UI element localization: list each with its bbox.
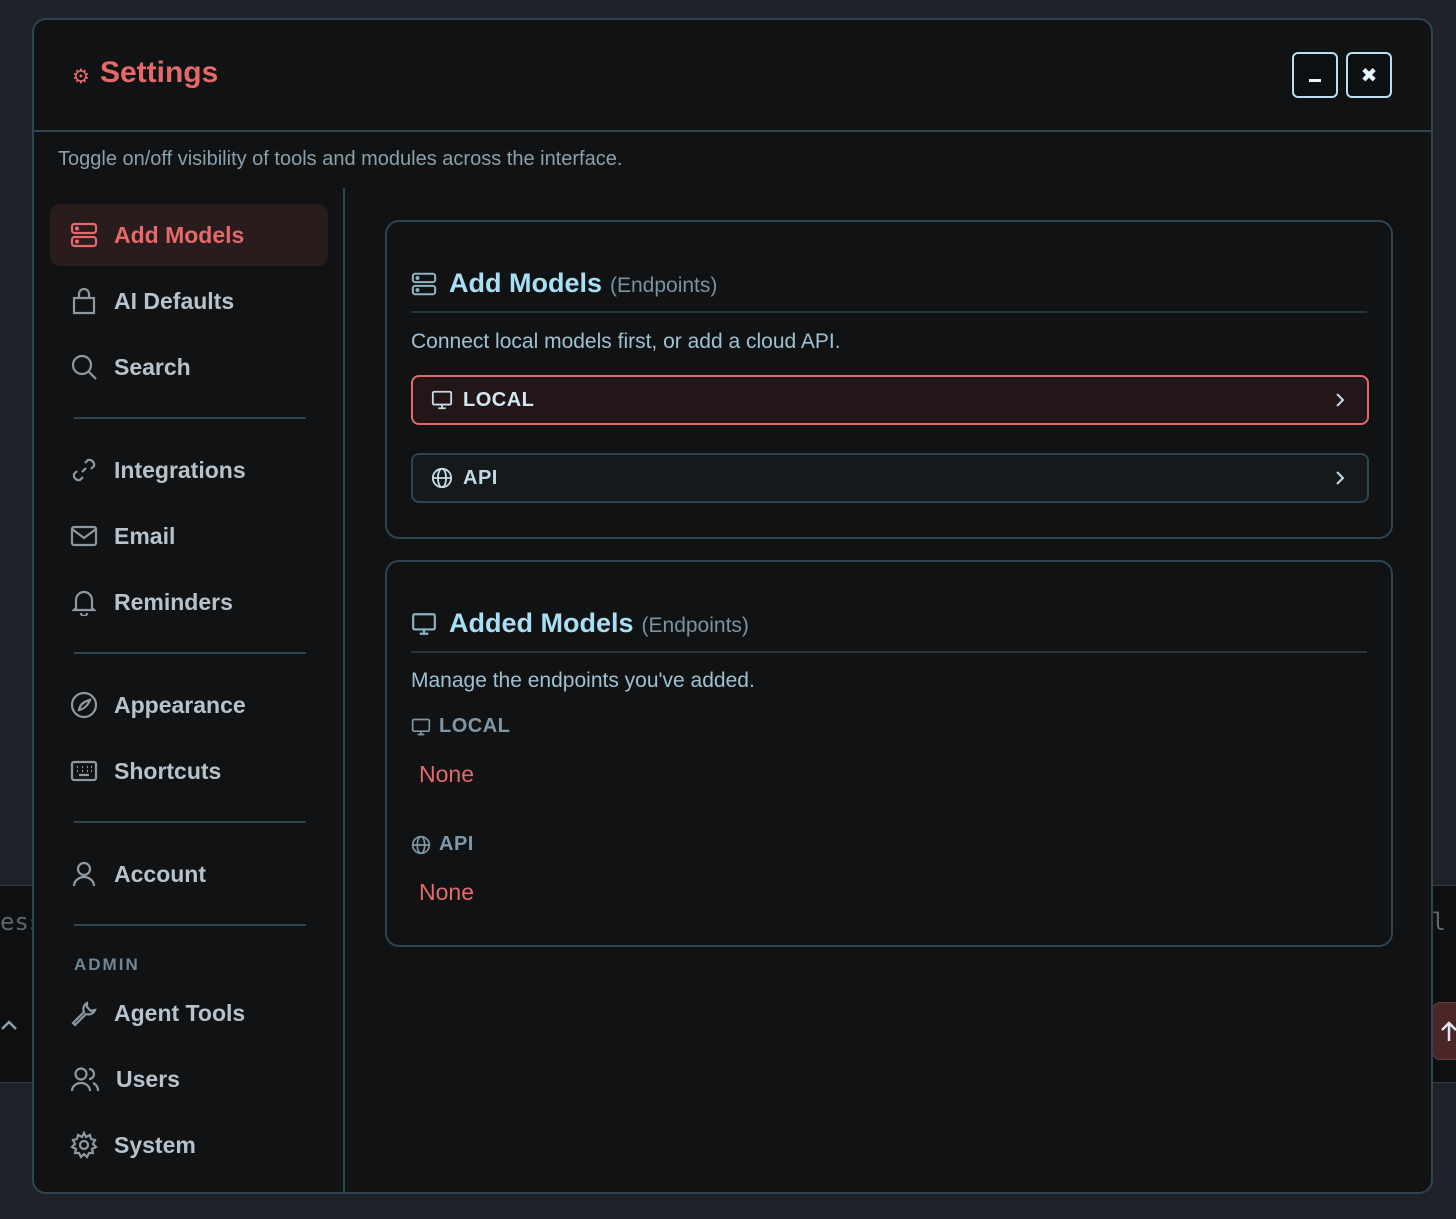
sidebar-item-label: Agent Tools (114, 999, 246, 1026)
server-icon (411, 272, 437, 295)
card-title: Add Models (449, 268, 602, 298)
sidebar-item-users[interactable]: Users (50, 1048, 328, 1110)
option-label: API (463, 466, 498, 489)
arrow-up-icon (1441, 1021, 1456, 1041)
card-title: Added Models (449, 608, 634, 638)
sidebar-item-shortcuts[interactable]: Shortcuts (50, 740, 328, 802)
sidebar-item-label: AI Defaults (114, 287, 235, 314)
close-button[interactable]: ✖ (1346, 52, 1392, 98)
title-text: Settings (99, 56, 219, 89)
api-section-label: API (411, 833, 474, 856)
admin-section-label: ADMIN (74, 955, 140, 974)
sidebar-item-label: Integrations (114, 456, 246, 483)
user-icon (72, 861, 96, 887)
card-description: Connect local models first, or add a clo… (411, 330, 841, 353)
settings-window: ⚙ Settings ✖ Toggle on/off visibility of… (32, 18, 1433, 1194)
mail-icon (70, 525, 98, 547)
sidebar: Add Models AI Defaults Search Integratio… (34, 188, 345, 1192)
local-section-label: LOCAL (411, 715, 510, 738)
sidebar-item-search[interactable]: Search (50, 336, 328, 398)
cog-icon (70, 1131, 98, 1159)
server-icon (70, 222, 98, 248)
add-models-heading: Add Models (Endpoints) (411, 268, 1367, 313)
api-option-button[interactable]: API (411, 453, 1369, 503)
local-option-button[interactable]: LOCAL (411, 375, 1369, 425)
sidebar-item-ai-defaults[interactable]: AI Defaults (50, 270, 328, 332)
settings-description: Toggle on/off visibility of tools and mo… (58, 148, 623, 170)
minimize-icon (1309, 79, 1321, 82)
sidebar-item-agent-tools[interactable]: Agent Tools (50, 982, 328, 1044)
users-icon (70, 1067, 100, 1092)
sidebar-item-appearance[interactable]: Appearance (50, 674, 328, 736)
background-right-text: l (1431, 908, 1446, 936)
keyboard-icon (70, 760, 98, 782)
palette-icon (70, 691, 98, 719)
card-subtitle: (Endpoints) (641, 614, 749, 637)
search-icon (71, 354, 97, 380)
card-subtitle: (Endpoints) (610, 274, 718, 297)
sidebar-item-label: Shortcuts (114, 757, 222, 784)
sidebar-item-label: Search (114, 353, 191, 380)
monitor-icon (411, 718, 431, 735)
sidebar-item-system[interactable]: System (50, 1114, 328, 1176)
globe-icon (431, 467, 453, 489)
globe-icon (411, 835, 431, 854)
settings-header: ⚙ Settings ✖ (34, 20, 1431, 132)
add-models-card: Add Models (Endpoints) Connect local mod… (385, 220, 1393, 539)
card-description: Manage the endpoints you've added. (411, 669, 755, 692)
local-models-value: None (419, 761, 474, 787)
monitor-icon (412, 612, 436, 635)
gear-icon: ⚙ (72, 65, 90, 88)
sidebar-divider (74, 417, 306, 419)
minimize-button[interactable] (1292, 52, 1338, 98)
sidebar-item-label: Users (116, 1065, 180, 1092)
send-button (1432, 1002, 1456, 1060)
sidebar-item-label: Add Models (114, 221, 245, 248)
chevron-right-icon (1336, 471, 1345, 485)
sidebar-item-label: Reminders (114, 588, 233, 615)
option-label: LOCAL (463, 388, 535, 411)
sidebar-item-label: Email (114, 522, 176, 549)
added-models-card: Added Models (Endpoints) Manage the endp… (385, 560, 1393, 947)
sidebar-divider (74, 924, 306, 926)
sidebar-item-label: System (114, 1131, 196, 1158)
sidebar-item-reminders[interactable]: Reminders (50, 571, 328, 633)
sidebar-item-account[interactable]: Account (50, 843, 328, 905)
sidebar-divider (74, 821, 306, 823)
wrench-icon (71, 1001, 97, 1027)
sidebar-item-add-models[interactable]: Add Models (50, 204, 328, 266)
chevron-up-icon (0, 1018, 18, 1037)
sidebar-item-integrations[interactable]: Integrations (50, 439, 328, 501)
chevron-right-icon (1336, 393, 1345, 407)
sidebar-item-email[interactable]: Email (50, 505, 328, 567)
sidebar-divider (74, 652, 306, 654)
added-models-heading: Added Models (Endpoints) (411, 608, 1367, 653)
monitor-icon (431, 390, 453, 410)
page-title: ⚙ Settings (72, 56, 218, 90)
sidebar-item-label: Appearance (114, 691, 246, 718)
api-models-value: None (419, 879, 474, 905)
sidebar-item-label: Account (114, 860, 206, 887)
link-icon (72, 458, 96, 482)
bell-icon (71, 590, 97, 616)
bag-icon (72, 287, 96, 315)
